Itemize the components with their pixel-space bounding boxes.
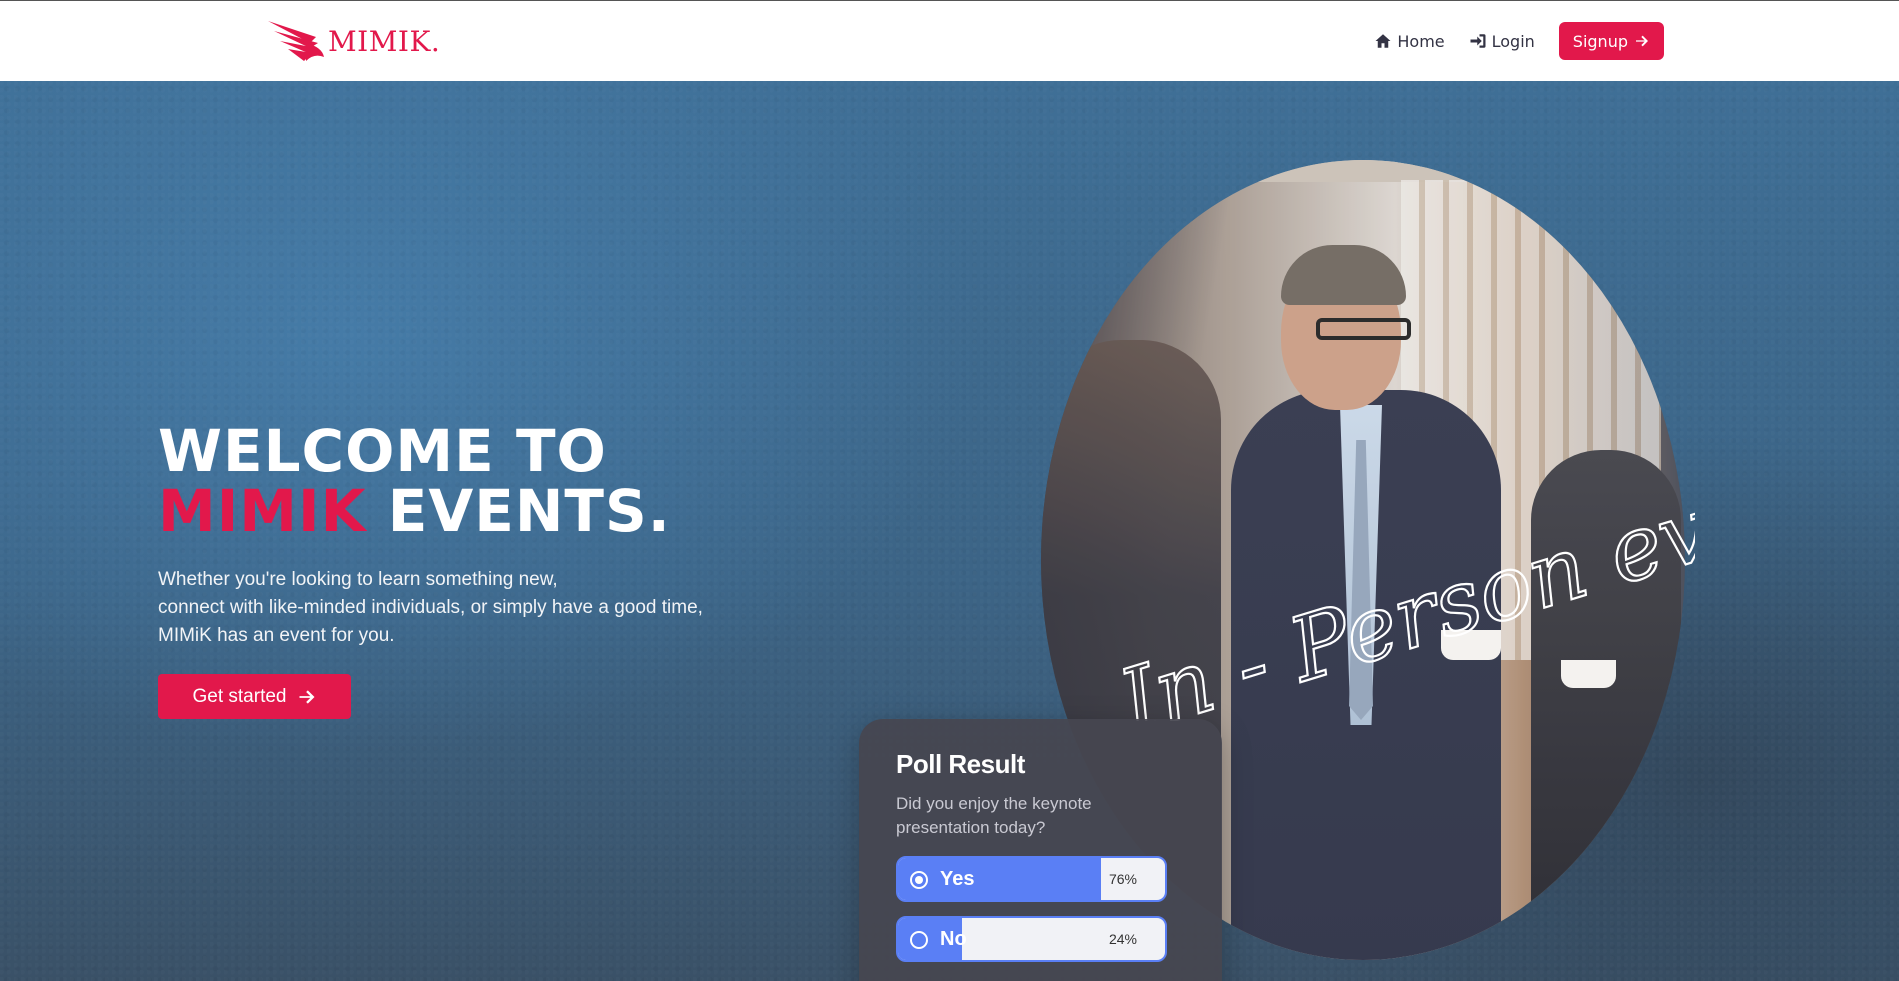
- nav-login-link[interactable]: Login: [1469, 32, 1535, 51]
- in-person-events-script: In - Person events: [1105, 420, 1695, 721]
- subtext-line: MIMiK has an event for you.: [158, 625, 395, 646]
- poll-option-percent: 76%: [1108, 871, 1137, 887]
- subtext-line: connect with like-minded individuals, or…: [158, 597, 703, 618]
- home-icon: [1375, 34, 1391, 48]
- poll-bar-fill: [898, 858, 1101, 900]
- signup-label: Signup: [1572, 31, 1628, 51]
- poll-option-label: No: [940, 928, 967, 950]
- hero-subtext: Whether you're looking to learn somethin…: [158, 566, 778, 650]
- nav-home-label: Home: [1397, 31, 1445, 51]
- headline-accent: MIMIK: [158, 477, 367, 545]
- poll-option-no[interactable]: No 24%: [896, 916, 1167, 962]
- poll-option-label: Yes: [940, 868, 975, 890]
- nav-links: Home Login Signup: [1374, 22, 1664, 60]
- brand-name: MIMIK.: [328, 24, 441, 58]
- nav-home-link[interactable]: Home: [1374, 31, 1445, 51]
- poll-option-percent: 24%: [1108, 931, 1137, 947]
- signup-button[interactable]: Signup: [1558, 22, 1664, 60]
- radio-unselected-icon[interactable]: [910, 931, 928, 949]
- sign-in-icon: [1470, 34, 1486, 48]
- headline-line1: WELCOME TO: [158, 417, 607, 485]
- poll-result-card: Poll Result Did you enjoy the keynote pr…: [859, 719, 1222, 981]
- get-started-button[interactable]: Get started: [158, 674, 351, 719]
- get-started-label: Get started: [192, 685, 287, 707]
- hero-headline: WELCOME TO MIMIK EVENTS.: [158, 421, 671, 541]
- arrow-right-icon: [1636, 35, 1648, 47]
- subtext-line: Whether you're looking to learn somethin…: [158, 569, 558, 590]
- nav-login-label: Login: [1491, 31, 1535, 51]
- arrow-right-icon: [299, 689, 314, 704]
- hero-section: WELCOME TO MIMIK EVENTS. Whether you're …: [0, 81, 1899, 981]
- poll-title: Poll Result: [896, 749, 1025, 779]
- radio-selected-icon[interactable]: [910, 871, 928, 889]
- poll-question: Did you enjoy the keynote presentation t…: [896, 794, 1092, 837]
- script-text: In - Person events: [1106, 421, 1695, 721]
- brand-logo[interactable]: MIMIK.: [266, 17, 440, 65]
- wing-logo-icon: [268, 21, 324, 61]
- navbar: MIMIK. Home Login Signup: [0, 0, 1899, 81]
- poll-option-yes[interactable]: Yes 76%: [896, 856, 1167, 902]
- headline-rest: EVENTS.: [387, 477, 671, 545]
